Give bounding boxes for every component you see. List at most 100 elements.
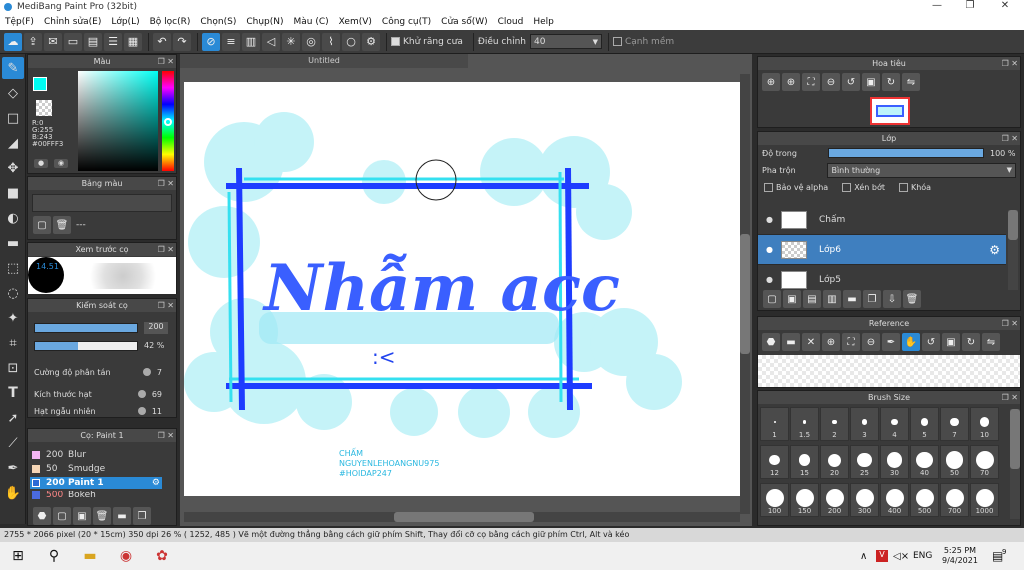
close-icon[interactable]: ❐ ✕ [1002, 132, 1018, 145]
layer-item[interactable]: ● Chấm [758, 205, 1006, 235]
brush-copy-icon[interactable]: ❐ [133, 507, 151, 525]
cross-snap-icon[interactable]: ▥ [242, 32, 260, 51]
menu-help[interactable]: Help [528, 17, 559, 27]
gear-icon[interactable]: ⚙ [152, 478, 160, 488]
random-knob[interactable] [137, 407, 146, 415]
close-icon[interactable]: ❐ ✕ [158, 177, 174, 190]
brush-size-cell[interactable]: 25 [850, 445, 879, 479]
delete-palette-icon[interactable]: 🗑 [53, 216, 71, 234]
parallel-snap-icon[interactable]: ≡ [222, 32, 240, 51]
radial-snap-icon[interactable]: ✳ [282, 32, 300, 51]
size-slider[interactable] [34, 323, 138, 333]
delete-layer-icon[interactable]: 🗑 [903, 290, 921, 308]
settings-icon[interactable]: ⚙ [362, 32, 380, 51]
layer-scrollbar[interactable] [1008, 210, 1018, 290]
select-pen-icon[interactable]: ⌗ [2, 332, 24, 354]
menu-snap[interactable]: Chụp(N) [241, 17, 288, 27]
eyedrop-button[interactable]: ◉ [54, 159, 68, 168]
brush-size-cell[interactable]: 300 [850, 483, 879, 517]
brush-size-cell[interactable]: 4 [880, 407, 909, 441]
scatter-knob[interactable] [142, 368, 151, 376]
fill-rect-icon[interactable]: ■ [2, 182, 24, 204]
close-icon[interactable]: ❐ ✕ [158, 299, 174, 312]
close-icon[interactable]: ❐ ✕ [158, 429, 174, 442]
lasso-icon[interactable]: ◌ [2, 282, 24, 304]
shape-icon[interactable]: ◢ [2, 132, 24, 154]
size-value[interactable]: 200 [144, 322, 168, 334]
brush-size-cell[interactable]: 20 [820, 445, 849, 479]
hue-handle[interactable] [164, 118, 172, 126]
undo-icon[interactable]: ↶ [153, 32, 171, 51]
move-icon[interactable]: ✥ [2, 157, 24, 179]
fit-icon[interactable]: ⛶ [842, 333, 860, 351]
folder-icon[interactable]: ▬ [843, 290, 861, 308]
rotate-left-icon[interactable]: ↺ [922, 333, 940, 351]
brush-item-smudge[interactable]: 50 Smudge [30, 463, 162, 475]
circle-snap-icon[interactable]: ○ [342, 32, 360, 51]
brush-new-icon[interactable]: ▢ [53, 507, 71, 525]
cloud-icon[interactable]: ☁ [4, 32, 22, 51]
zoom-in-icon[interactable]: ⊕ [762, 73, 780, 91]
brush-size-cell[interactable]: 10 [970, 407, 999, 441]
medibang-icon[interactable]: ✿ [144, 548, 180, 564]
menu-select[interactable]: Chọn(S) [195, 17, 241, 27]
bucket-icon[interactable]: ◐ [2, 207, 24, 229]
palette-swatch-area[interactable] [32, 194, 172, 212]
navigator-thumbnail[interactable] [870, 97, 910, 125]
eyedropper-icon[interactable]: ✒ [882, 333, 900, 351]
text-icon[interactable]: T [2, 382, 24, 404]
brush-menu-icon[interactable]: ▣ [73, 507, 91, 525]
menu-file[interactable]: Tệp(F) [0, 17, 39, 27]
add-layer-icon[interactable]: ▣ [783, 290, 801, 308]
divide-icon[interactable]: ⟋ [2, 432, 24, 454]
brush-size-cell[interactable]: 200 [820, 483, 849, 517]
flip-icon[interactable]: ⇋ [982, 333, 1000, 351]
brush-size-cell[interactable]: 12 [760, 445, 789, 479]
concentric-snap-icon[interactable]: ◎ [302, 32, 320, 51]
clock[interactable]: 5:25 PM 9/4/2021 [942, 546, 978, 566]
menu-cloud[interactable]: Cloud [493, 17, 529, 27]
lock-checkbox[interactable] [898, 182, 908, 192]
adjust-select[interactable]: 40 ▼ [529, 34, 602, 49]
brush-size-cell[interactable]: 3 [850, 407, 879, 441]
magic-wand-icon[interactable]: ✦ [2, 307, 24, 329]
vanish-snap-icon[interactable]: ◁ [262, 32, 280, 51]
rotate-right-icon[interactable]: ↻ [962, 333, 980, 351]
new-layer-icon[interactable]: ▢ [763, 290, 781, 308]
chrome-icon[interactable]: ◉ [108, 548, 144, 564]
opacity-bar[interactable] [828, 148, 984, 158]
zoom-out-icon[interactable]: ⊖ [862, 333, 880, 351]
comment-icon[interactable]: ✉ [44, 32, 62, 51]
close-icon[interactable]: ❐ ✕ [1002, 57, 1018, 70]
snap-checkbox[interactable] [612, 37, 622, 46]
zoom-fit-icon[interactable]: ⊕ [782, 73, 800, 91]
close-button[interactable]: ✕ [990, 0, 1020, 14]
snap-off-icon[interactable]: ⊘ [202, 32, 220, 51]
horizontal-scroll-thumb[interactable] [394, 512, 534, 522]
layer-add-menu-icon[interactable]: ▥ [823, 290, 841, 308]
layer-item[interactable]: ● Lớp6 ⚙ [758, 235, 1006, 265]
layer-item[interactable]: ● Lớp5 [758, 265, 1006, 289]
reset-icon[interactable]: ▣ [942, 333, 960, 351]
fit-icon[interactable]: ⛶ [802, 73, 820, 91]
horizontal-scrollbar[interactable] [184, 512, 740, 522]
brush-item-paint1[interactable]: 200 Paint 1 ⚙ [30, 477, 162, 489]
reference-folder-icon[interactable]: ▬ [782, 333, 800, 351]
brush-size-cell[interactable]: 700 [940, 483, 969, 517]
close-icon[interactable]: ❐ ✕ [158, 243, 174, 256]
menu-view[interactable]: Xem(V) [334, 17, 377, 27]
search-icon[interactable]: ⚲ [36, 548, 72, 564]
reference-canvas[interactable] [758, 355, 1020, 387]
brush-add-icon[interactable]: ⬣ [33, 507, 51, 525]
menu-color[interactable]: Màu (C) [289, 17, 334, 27]
close-icon[interactable]: ❐ ✕ [1002, 391, 1018, 404]
minimize-button[interactable]: — [922, 0, 952, 14]
gradient-icon[interactable]: ▬ [2, 232, 24, 254]
reference-close-icon[interactable]: ✕ [802, 333, 820, 351]
foreground-color-swatch[interactable] [33, 77, 47, 91]
speaker-icon[interactable]: ◁× [893, 551, 909, 562]
antivirus-icon[interactable]: V [876, 550, 888, 562]
brush-delete-icon[interactable]: 🗑 [93, 507, 111, 525]
menu-tools[interactable]: Công cụ(T) [377, 17, 436, 27]
zoom-in-icon[interactable]: ⊕ [822, 333, 840, 351]
